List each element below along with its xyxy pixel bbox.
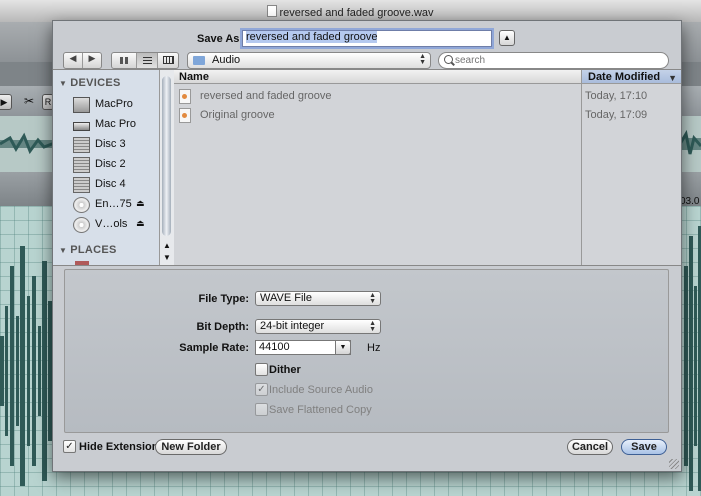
include-source-audio-checkbox[interactable]: ✓ [255,383,268,396]
location-label: Audio [212,54,241,66]
disclosure-triangle-icon: ▼ [59,79,68,88]
updown-arrows-icon: ▲ ▼ [419,53,426,66]
updown-arrows-icon: ▲ ▼ [369,320,376,333]
list-item[interactable]: Original groove Today, 17:09 [174,107,681,125]
cd-icon [73,217,90,233]
filename-text: reversed and faded groove [246,31,378,43]
forward-button[interactable]: ▶ [83,53,101,68]
sidebar-item-en-75[interactable]: En…75 ⏏ [73,196,153,214]
chevron-down-icon[interactable]: ▼ [335,340,351,355]
places-item-icon [75,261,89,265]
bit-depth-popup[interactable]: 24-bit integer ▲ ▼ [255,319,381,334]
file-browser: ▼ DEVICES MacPro Mac Pro Disc 3 Disc 2 Di… [53,69,681,266]
save-flattened-copy-label: Save Flattened Copy [269,404,372,416]
save-button[interactable]: Save [621,439,667,455]
updown-arrows-icon: ▲ ▼ [369,292,376,305]
icon-view-button[interactable] [112,53,137,68]
include-source-audio-label: Include Source Audio [269,384,373,396]
places-header[interactable]: ▼ PLACES [59,244,117,256]
view-mode-buttons [111,52,179,69]
column-header-date-modified[interactable]: Date Modified ▼ [581,70,681,84]
file-list: Name Date Modified ▼ reversed and faded g… [174,70,681,265]
expand-dialog-button[interactable]: ▲ [499,30,515,46]
audio-file-icon [179,89,191,104]
sidebar-item-macpro[interactable]: MacPro [73,96,153,114]
hide-extension-label: Hide Extension [79,441,159,453]
sidebar-item-disc-4[interactable]: Disc 4 [73,176,153,194]
column-view-button[interactable] [158,53,178,68]
filename-input[interactable]: reversed and faded groove [242,30,492,47]
chevron-up-icon: ▲ [503,33,511,42]
bit-depth-label: Bit Depth: [196,321,249,333]
search-input[interactable] [455,54,655,66]
column-header-name[interactable]: Name [174,70,581,84]
cd-icon [73,197,90,213]
hide-extension-checkbox[interactable]: ✓ [63,440,76,453]
dither-checkbox[interactable] [255,363,268,376]
scroll-up-icon[interactable]: ▲ [163,241,171,250]
folder-icon [193,56,205,65]
sidebar-item-mac-pro[interactable]: Mac Pro [73,116,153,134]
format-options-panel: File Type: WAVE File ▲ ▼ Bit Depth: 24-bi… [64,269,669,433]
computer-icon [73,97,90,113]
disk-icon [73,137,90,153]
sidebar-item-v-ols[interactable]: V…ols ⏏ [73,216,153,234]
cancel-button[interactable]: Cancel [567,439,613,455]
dither-label: Dither [269,364,301,376]
resize-grip[interactable] [669,459,679,469]
column-view-icon [162,56,174,64]
chevron-right-icon: ▶ [88,53,96,63]
sidebar-scrollbar[interactable]: ▲ ▼ [159,70,175,265]
list-view-icon [142,57,152,64]
scroll-down-icon[interactable]: ▼ [163,253,171,262]
sidebar-item-disc-2[interactable]: Disc 2 [73,156,153,174]
sort-descending-icon: ▼ [668,73,677,83]
sidebar: ▼ DEVICES MacPro Mac Pro Disc 3 Disc 2 Di… [53,70,159,265]
list-view-button[interactable] [137,53,158,68]
location-popup[interactable]: Audio ▲ ▼ [187,52,431,69]
disclosure-triangle-icon: ▼ [59,246,68,255]
file-type-popup[interactable]: WAVE File ▲ ▼ [255,291,381,306]
eject-icon[interactable]: ⏏ [136,218,145,229]
disk-icon [73,157,90,173]
play-button[interactable]: ▶ [0,94,12,110]
search-field[interactable] [438,52,669,69]
save-dialog: Save As: reversed and faded groove ▲ ◀ ▶ … [52,20,682,472]
back-button[interactable]: ◀ [64,53,83,68]
icon-view-icon [120,57,128,64]
save-as-label: Save As: [197,33,244,45]
sample-rate-label: Sample Rate: [179,342,249,354]
tool-icon[interactable]: ✂ [22,94,36,108]
save-flattened-copy-checkbox[interactable] [255,403,268,416]
eject-icon[interactable]: ⏏ [136,198,145,209]
scrollbar-thumb[interactable] [162,76,171,236]
audio-file-icon [179,108,191,123]
history-buttons: ◀ ▶ [63,52,102,69]
sample-rate-combo[interactable]: 44100 ▼ [255,340,351,355]
chevron-left-icon: ◀ [69,53,77,63]
hard-drive-icon [73,122,90,131]
sidebar-item-disc-3[interactable]: Disc 3 [73,136,153,154]
search-icon [444,55,453,64]
devices-header[interactable]: ▼ DEVICES [59,77,121,89]
new-folder-button[interactable]: New Folder [155,439,227,455]
document-icon [267,5,278,17]
window-title: reversed and faded groove.wav [0,5,701,19]
disk-icon [73,177,90,193]
list-item[interactable]: reversed and faded groove Today, 17:10 [174,88,681,106]
sample-rate-unit: Hz [367,342,381,354]
file-type-label: File Type: [198,293,249,305]
